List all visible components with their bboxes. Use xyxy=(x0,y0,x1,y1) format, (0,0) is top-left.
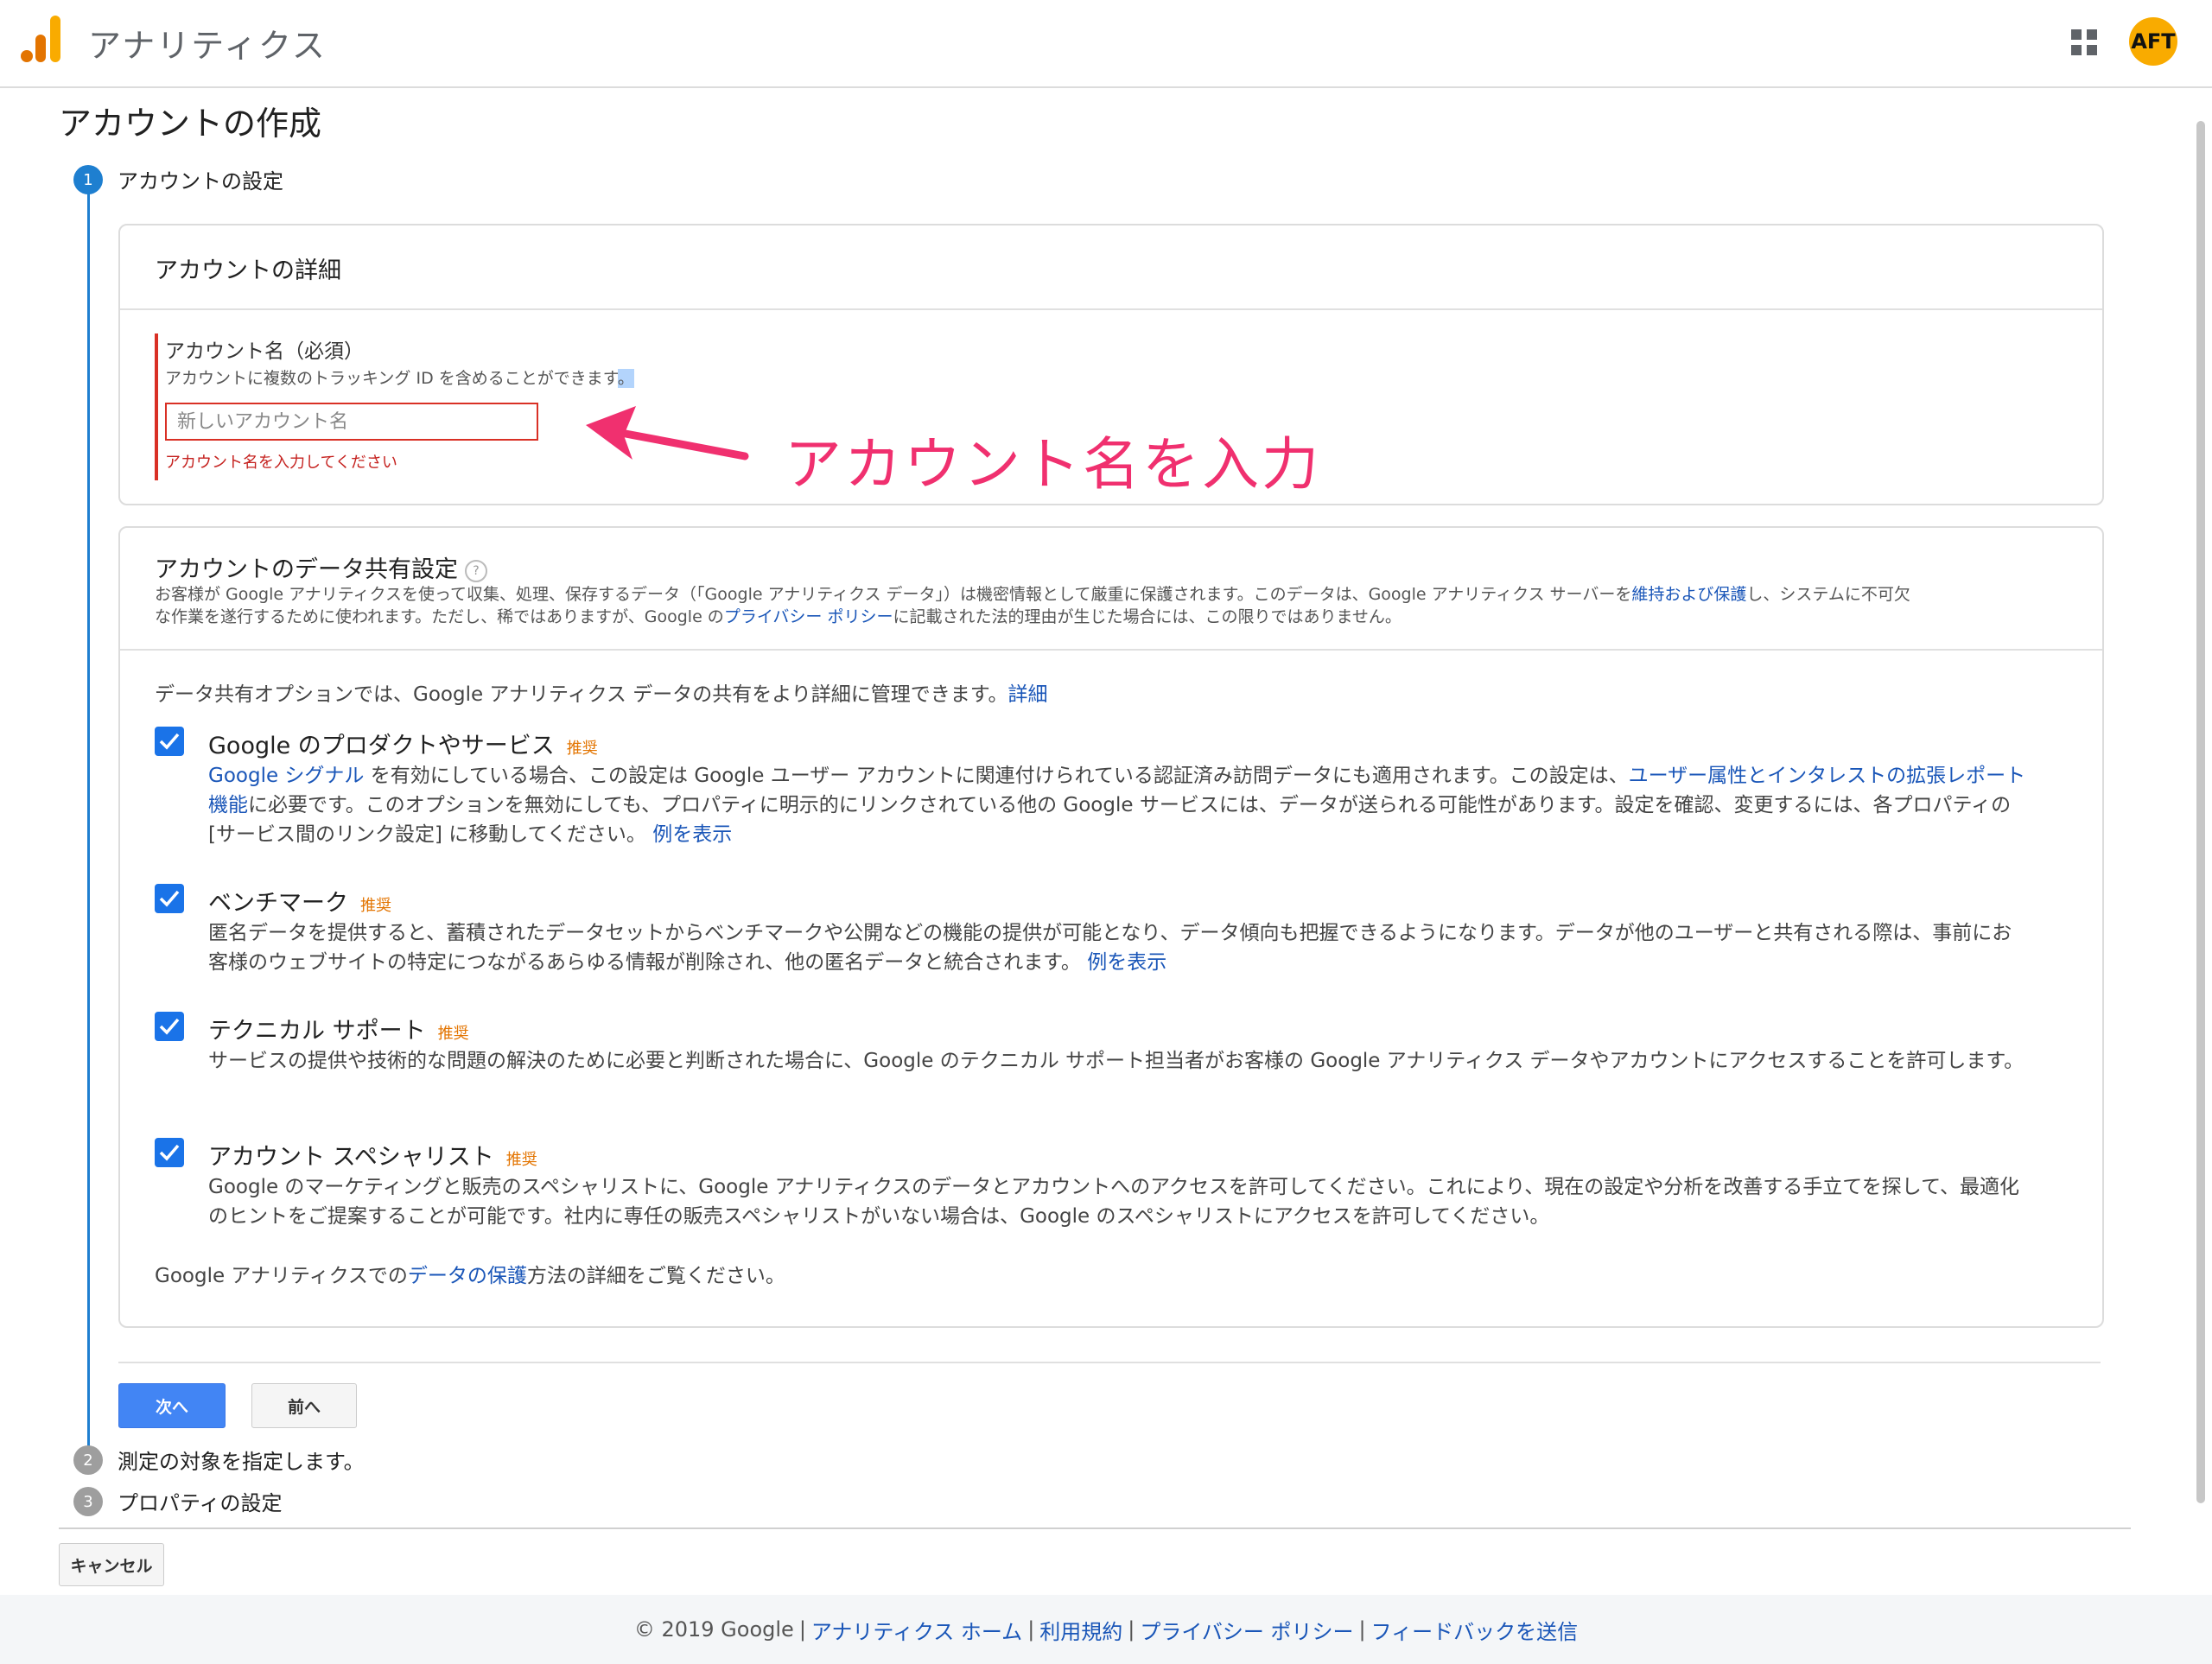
account-specialist-checkbox[interactable] xyxy=(155,1138,184,1167)
avatar[interactable]: AFT xyxy=(2129,17,2177,66)
scrollbar[interactable] xyxy=(2196,121,2205,1503)
footer-separator: | xyxy=(1358,1617,1366,1642)
technical-support-checkbox[interactable] xyxy=(155,1012,184,1041)
step-1-number: 1 xyxy=(73,165,103,194)
maintain-protect-link[interactable]: 維持および保護 xyxy=(1631,585,1746,604)
data-sharing-intro: データ共有オプションでは、Google アナリティクス データの共有をより詳細に… xyxy=(155,683,1048,706)
copyright: © 2019 Google xyxy=(633,1617,794,1642)
bottom-divider xyxy=(59,1527,2131,1529)
account-name-help: アカウントに複数のトラッキング ID を含めることができます。 xyxy=(165,369,634,388)
top-bar: アナリティクス AFT xyxy=(0,0,2212,88)
required-indicator xyxy=(155,333,158,480)
panel-divider xyxy=(120,649,2102,651)
google-signals-link[interactable]: Google シグナル xyxy=(208,765,364,787)
details-link[interactable]: 詳細 xyxy=(1007,683,1047,706)
show-example-link[interactable]: 例を表示 xyxy=(652,823,732,846)
option-description: サービスの提供や技術的な問題の解決のために必要と判断された場合に、Google … xyxy=(208,1050,2024,1072)
analytics-home-link[interactable]: アナリティクス ホーム xyxy=(811,1615,1022,1645)
option-title: Google のプロダクトやサービス 推奨 xyxy=(208,733,598,759)
steps-divider xyxy=(118,1362,2101,1363)
recommended-badge: 推奨 xyxy=(566,740,598,758)
stepper-line xyxy=(87,180,90,1458)
recommended-badge: 推奨 xyxy=(360,897,391,915)
data-protection-note: Google アナリティクスでのデータの保護方法の詳細をご覧ください。 xyxy=(155,1265,785,1287)
annotation-arrow-icon xyxy=(586,406,749,460)
step-2-number: 2 xyxy=(73,1445,103,1475)
option-title: テクニカル サポート 推奨 xyxy=(208,1018,469,1045)
option-description: Google シグナル を有効にしている場合、この設定は Google ユーザー… xyxy=(208,765,2026,846)
page-footer: © 2019 Google | アナリティクス ホーム | 利用規約 | プライ… xyxy=(0,1595,2212,1664)
account-name-input[interactable] xyxy=(165,403,538,441)
footer-privacy-link[interactable]: プライバシー ポリシー xyxy=(1140,1615,1353,1645)
option-title: ベンチマーク 推奨 xyxy=(208,890,391,917)
privacy-policy-link[interactable]: プライバシー ポリシー xyxy=(724,607,893,626)
footer-separator: | xyxy=(1027,1617,1035,1642)
prev-button[interactable]: 前へ xyxy=(251,1383,357,1428)
page-title: アカウントの作成 xyxy=(59,105,322,143)
cancel-button[interactable]: キャンセル xyxy=(59,1543,164,1586)
help-icon[interactable]: ? xyxy=(465,559,487,582)
step-2-label[interactable]: 測定の対象を指定します。 xyxy=(118,1445,365,1475)
google-products-checkbox[interactable] xyxy=(155,727,184,756)
option-description: Google のマーケティングと販売のスペシャリストに、Google アナリティ… xyxy=(208,1176,2019,1228)
step-3-number: 3 xyxy=(73,1487,103,1516)
footer-separator: | xyxy=(798,1617,806,1642)
next-button[interactable]: 次へ xyxy=(118,1383,226,1428)
panel-divider xyxy=(120,308,2102,310)
analytics-logo-icon[interactable] xyxy=(21,16,62,62)
terms-link[interactable]: 利用規約 xyxy=(1039,1615,1122,1645)
account-details-heading: アカウントの詳細 xyxy=(155,257,341,284)
feedback-link[interactable]: フィードバックを送信 xyxy=(1371,1615,1579,1645)
step-1-label: アカウントの設定 xyxy=(118,169,283,194)
footer-separator: | xyxy=(1128,1617,1135,1642)
app-title: アナリティクス xyxy=(88,27,327,65)
apps-grid-icon[interactable] xyxy=(2071,29,2097,55)
option-title: アカウント スペシャリスト 推奨 xyxy=(208,1144,537,1171)
data-sharing-heading: アカウントのデータ共有設定? xyxy=(155,550,487,584)
step-3-label[interactable]: プロパティの設定 xyxy=(118,1486,283,1516)
recommended-badge: 推奨 xyxy=(505,1151,537,1169)
data-protection-link[interactable]: データの保護 xyxy=(408,1265,527,1287)
data-sharing-description: お客様が Google アナリティクスを使って収集、処理、保存するデータ（「Go… xyxy=(155,585,1910,626)
recommended-badge: 推奨 xyxy=(437,1025,469,1043)
account-name-error: アカウント名を入力してください xyxy=(165,454,397,472)
benchmark-checkbox[interactable] xyxy=(155,884,184,913)
account-name-label: アカウント名（必須） xyxy=(165,340,364,363)
option-description: 匿名データを提供すると、蓄積されたデータセットからベンチマークや公開などの機能の… xyxy=(208,922,2012,974)
show-example-link[interactable]: 例を表示 xyxy=(1087,951,1166,974)
data-sharing-panel: アカウントのデータ共有設定? お客様が Google アナリティクスを使って収集… xyxy=(118,526,2104,1328)
annotation-text: アカウント名を入力 xyxy=(785,431,1321,498)
